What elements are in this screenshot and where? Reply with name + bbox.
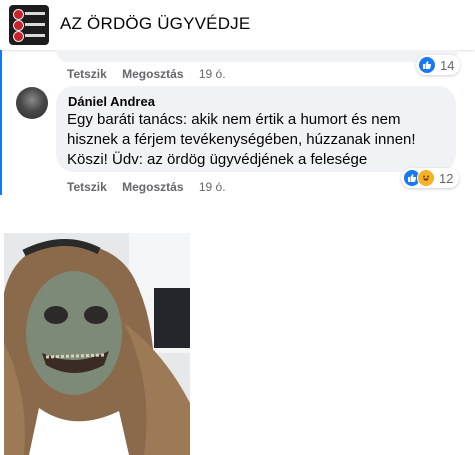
thumb-text-line <box>25 23 45 26</box>
comment-bubble: Dániel Andrea Egy baráti tanács: akik ne… <box>56 86 456 172</box>
reaction-count: 12 <box>439 170 454 186</box>
like-icon <box>418 56 436 74</box>
haha-icon <box>417 169 435 187</box>
reaction-count: 14 <box>440 57 455 73</box>
thread-line <box>0 50 2 195</box>
reaction-summary[interactable]: 14 <box>416 55 461 75</box>
like-link[interactable]: Tetszik <box>67 67 107 81</box>
reaction-summary[interactable]: 12 <box>401 168 460 188</box>
comment-actions: Tetszik Megosztás 19 ó. <box>67 180 238 194</box>
page-title[interactable]: AZ ÖRDÖG ÜGYVÉDJE <box>60 14 250 34</box>
page-header: AZ ÖRDÖG ÜGYVÉDJE <box>0 0 475 50</box>
share-link[interactable]: Megosztás <box>122 180 183 194</box>
thumb-text-line <box>25 34 45 37</box>
page-avatar[interactable] <box>9 5 49 45</box>
like-link[interactable]: Tetszik <box>67 180 107 194</box>
thumb-badge-icon <box>13 20 24 31</box>
previous-comment-bubble <box>56 50 458 62</box>
thumb-badge-icon <box>13 9 24 20</box>
timestamp[interactable]: 19 ó. <box>199 67 226 81</box>
comment-author[interactable]: Dániel Andrea <box>68 94 155 109</box>
avatar[interactable] <box>16 87 48 119</box>
attached-photo[interactable] <box>4 233 190 455</box>
comment-text: Egy baráti tanács: akik nem értik a humo… <box>67 111 416 168</box>
thumb-badge-icon <box>13 31 24 42</box>
thumb-text-line <box>25 12 45 15</box>
timestamp[interactable]: 19 ó. <box>199 180 226 194</box>
comment-actions: Tetszik Megosztás 19 ó. <box>67 67 238 81</box>
share-link[interactable]: Megosztás <box>122 67 183 81</box>
